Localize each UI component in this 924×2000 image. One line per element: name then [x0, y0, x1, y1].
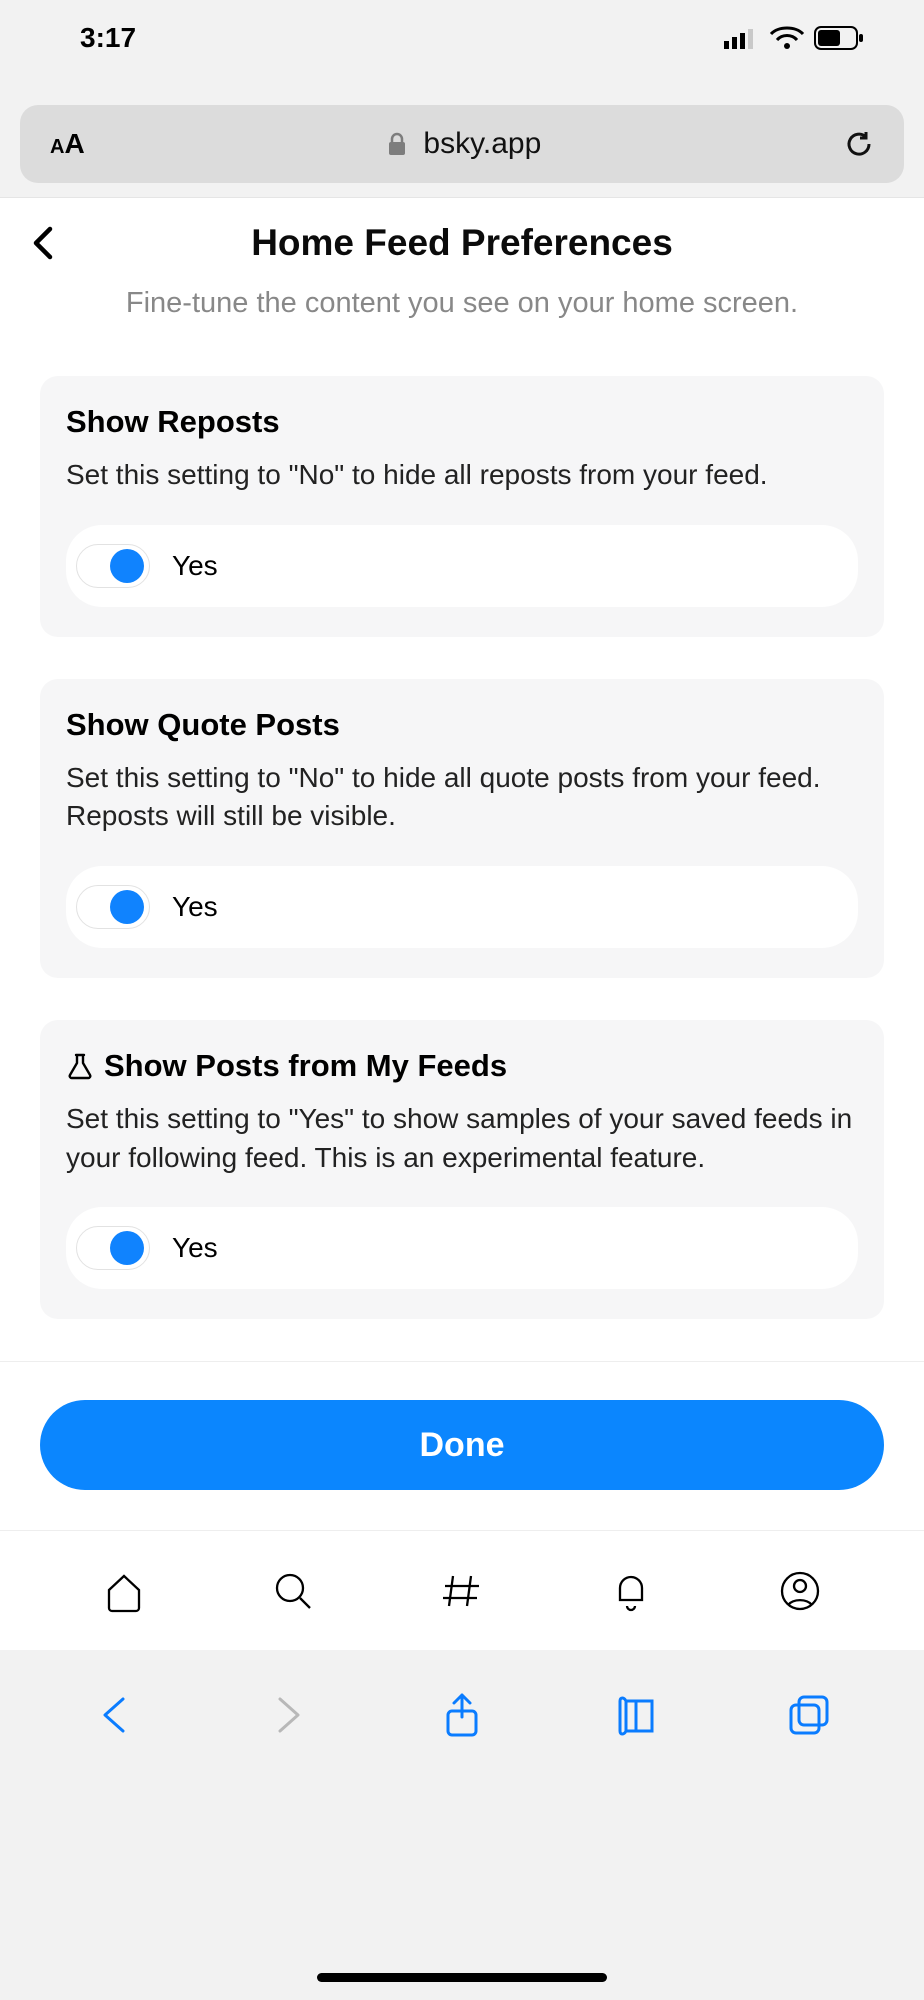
toggle-switch[interactable]: [76, 544, 150, 588]
setting-description: Set this setting to "No" to hide all quo…: [66, 759, 858, 836]
status-icons: [724, 26, 864, 50]
settings-list: Show Reposts Set this setting to "No" to…: [0, 324, 924, 1319]
wifi-icon: [770, 26, 804, 50]
setting-show-posts-from-my-feeds: Show Posts from My Feeds Set this settin…: [40, 1020, 884, 1319]
url-display[interactable]: bsky.app: [85, 127, 844, 161]
ios-home-indicator[interactable]: [317, 1973, 607, 1982]
setting-description: Set this setting to "No" to hide all rep…: [66, 456, 858, 495]
page-subtitle: Fine-tune the content you see on your ho…: [0, 264, 924, 324]
bell-icon: [608, 1568, 654, 1614]
setting-show-reposts: Show Reposts Set this setting to "No" to…: [40, 376, 884, 637]
nav-home[interactable]: [94, 1561, 154, 1621]
safari-share-button[interactable]: [438, 1691, 486, 1739]
setting-show-quote-posts: Show Quote Posts Set this setting to "No…: [40, 679, 884, 978]
home-icon: [101, 1568, 147, 1614]
toggle-label: Yes: [172, 891, 218, 923]
setting-title: Show Posts from My Feeds: [66, 1048, 858, 1084]
toggle-row[interactable]: Yes: [66, 866, 858, 948]
app-bottom-nav: [0, 1530, 924, 1650]
toggle-label: Yes: [172, 1232, 218, 1264]
toggle-row[interactable]: Yes: [66, 525, 858, 607]
cellular-icon: [724, 27, 760, 49]
setting-title: Show Quote Posts: [66, 707, 858, 743]
setting-title-text: Show Posts from My Feeds: [104, 1048, 507, 1084]
page-header: Home Feed Preferences: [0, 198, 924, 264]
setting-title: Show Reposts: [66, 404, 858, 440]
safari-back-button[interactable]: [91, 1691, 139, 1739]
toggle-switch[interactable]: [76, 1226, 150, 1270]
nav-profile[interactable]: [770, 1561, 830, 1621]
safari-tabs-button[interactable]: [785, 1691, 833, 1739]
nav-search[interactable]: [263, 1561, 323, 1621]
url-domain: bsky.app: [423, 127, 541, 161]
status-time: 3:17: [80, 22, 136, 54]
toggle-row[interactable]: Yes: [66, 1207, 858, 1289]
search-icon: [270, 1568, 316, 1614]
text-size-button[interactable]: AA: [50, 128, 85, 160]
hash-icon: [439, 1568, 485, 1614]
toggle-switch[interactable]: [76, 885, 150, 929]
beaker-icon: [66, 1052, 94, 1080]
page-content: Home Feed Preferences Fine-tune the cont…: [0, 197, 924, 1650]
done-section: Done: [0, 1361, 924, 1530]
nav-notifications[interactable]: [601, 1561, 661, 1621]
safari-bottom-toolbar: [0, 1650, 924, 1780]
reload-icon[interactable]: [844, 129, 874, 159]
setting-description: Set this setting to "Yes" to show sample…: [66, 1100, 858, 1177]
profile-icon: [777, 1568, 823, 1614]
ios-status-bar: 3:17: [0, 0, 924, 75]
done-button[interactable]: Done: [40, 1400, 884, 1490]
lock-icon: [387, 132, 407, 156]
toggle-label: Yes: [172, 550, 218, 582]
safari-forward-button[interactable]: [264, 1691, 312, 1739]
nav-feeds[interactable]: [432, 1561, 492, 1621]
page-title: Home Feed Preferences: [24, 222, 900, 264]
battery-icon: [814, 26, 864, 50]
safari-bookmarks-button[interactable]: [612, 1691, 660, 1739]
safari-url-bar[interactable]: AA bsky.app: [20, 105, 904, 183]
